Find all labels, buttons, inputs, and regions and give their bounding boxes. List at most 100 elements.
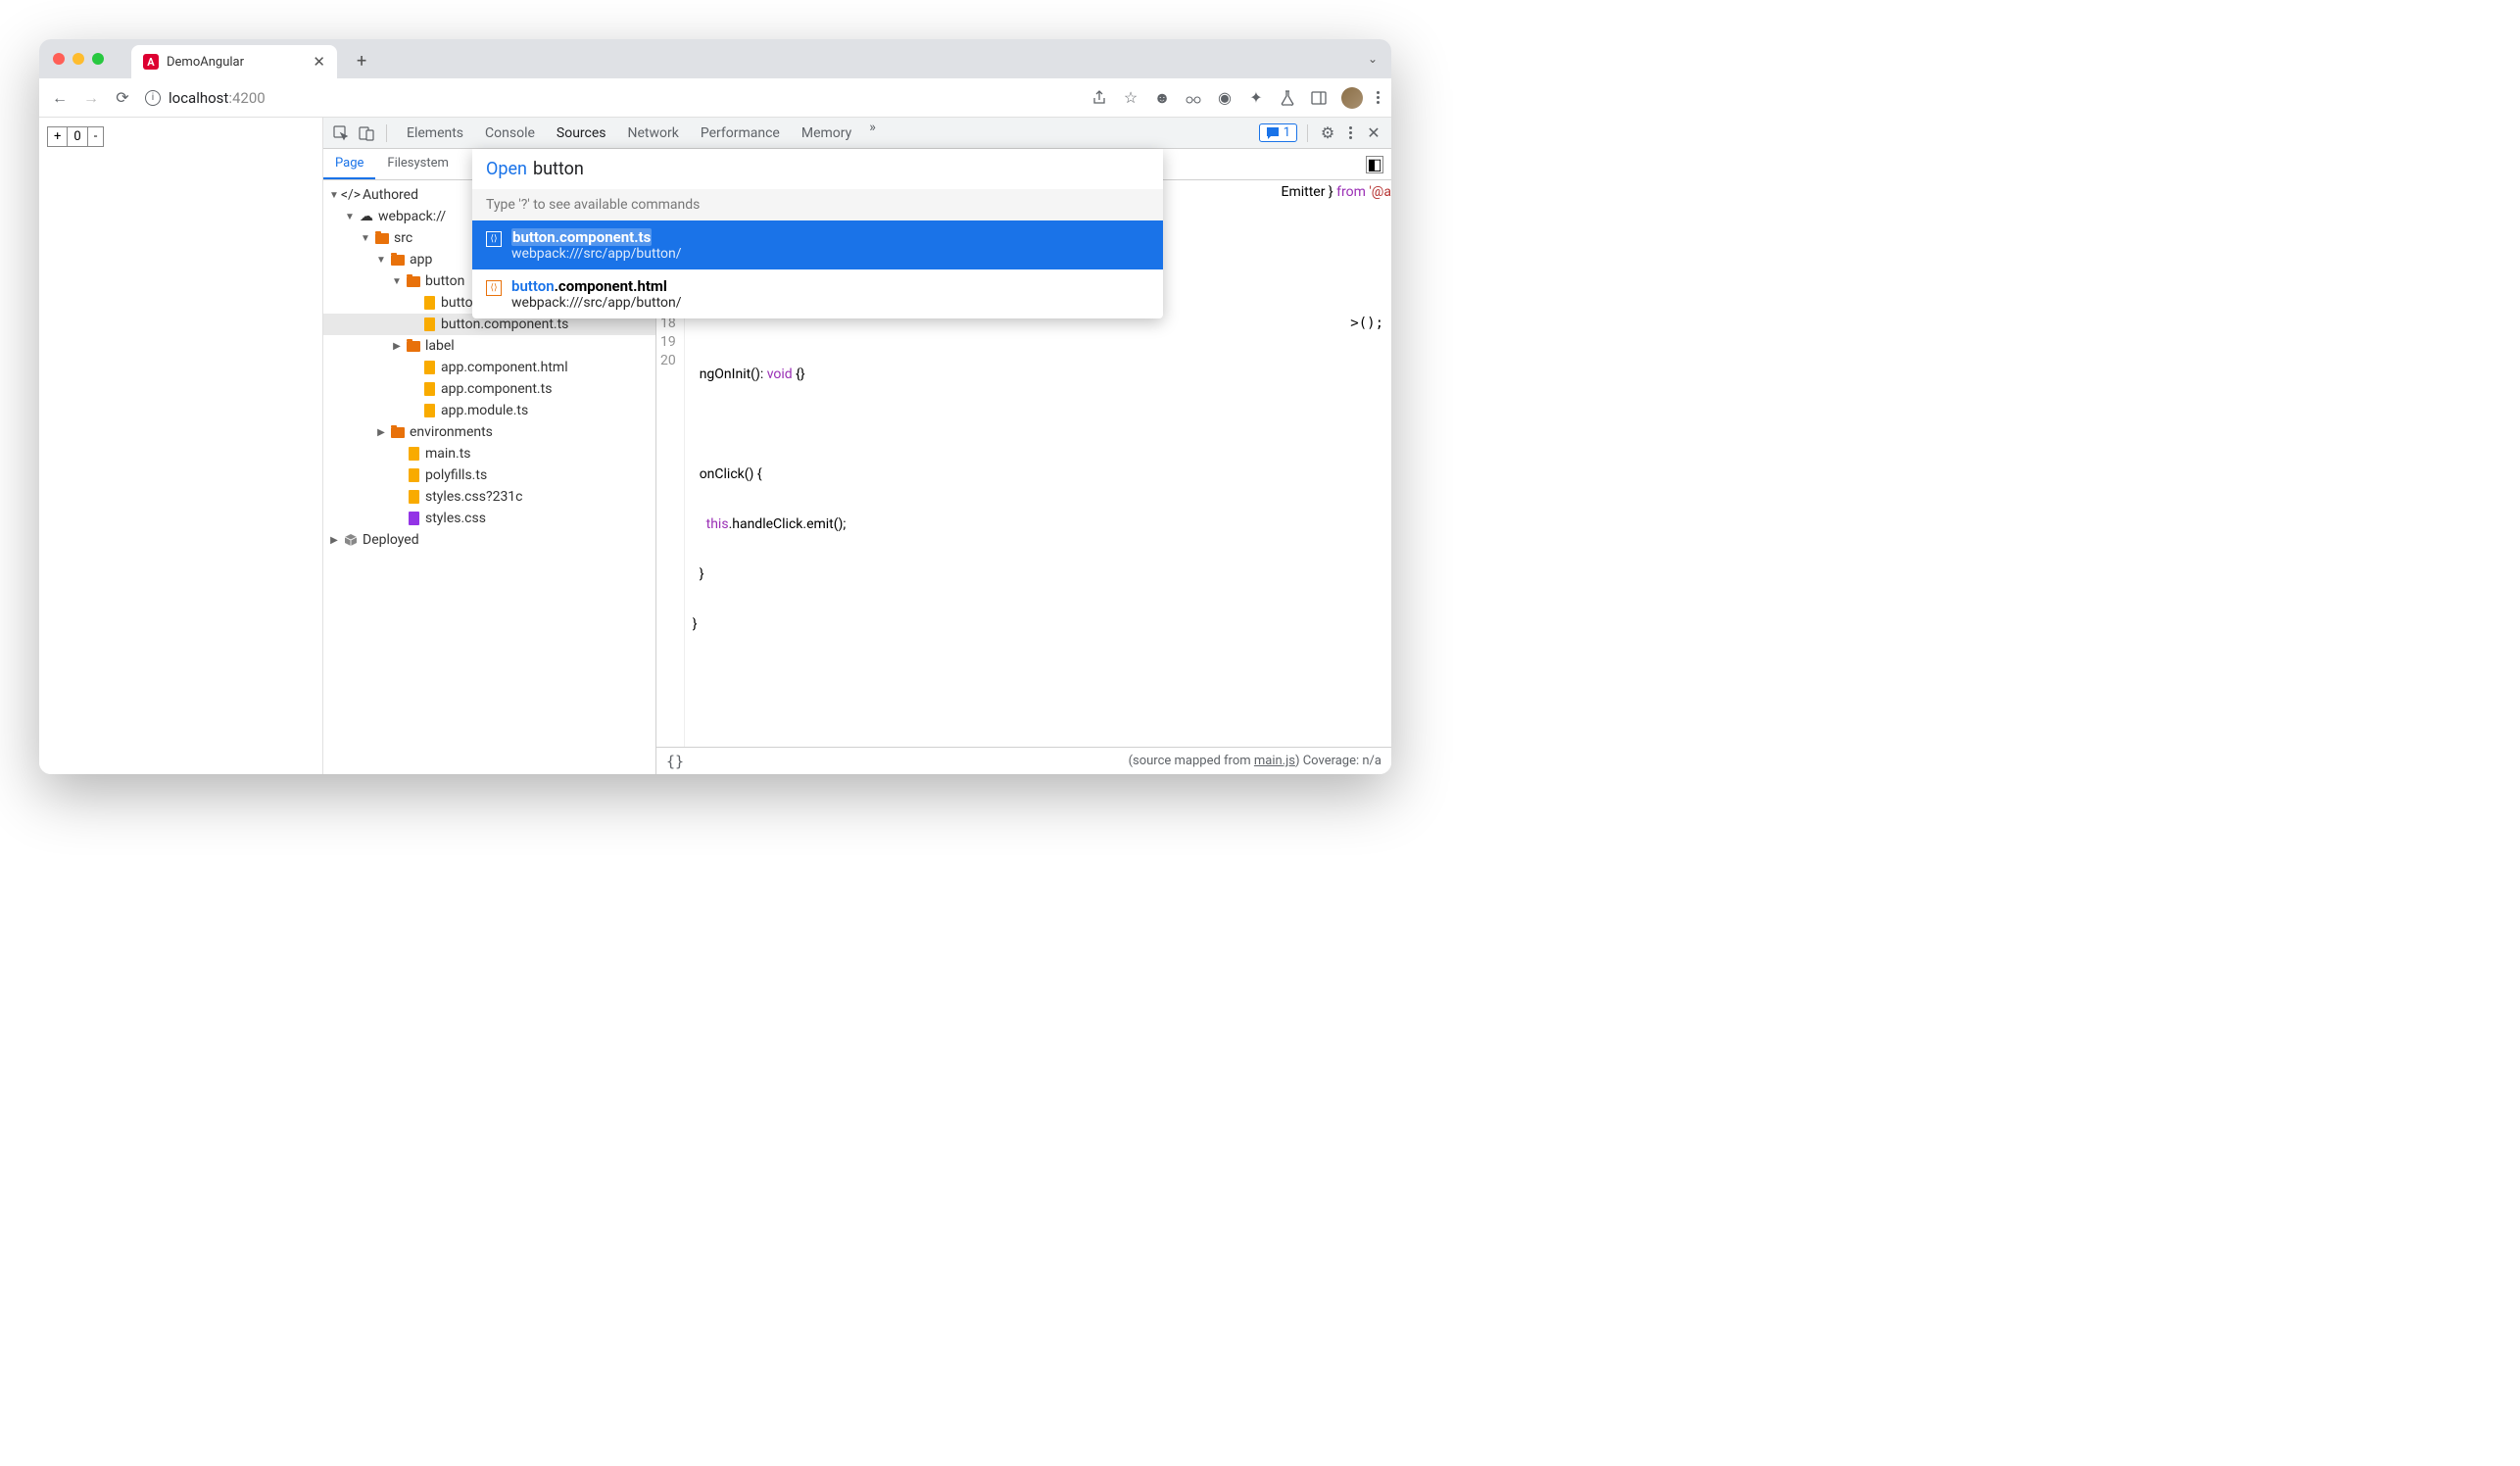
code-icon: </> bbox=[343, 187, 359, 203]
tab-title: DemoAngular bbox=[167, 55, 305, 70]
tab-sources[interactable]: Sources bbox=[547, 120, 616, 147]
chrome-menu-button[interactable] bbox=[1377, 91, 1380, 104]
tab-elements[interactable]: Elements bbox=[397, 120, 473, 147]
open-query: button bbox=[533, 159, 584, 179]
counter-value: 0 bbox=[68, 127, 87, 146]
forward-button[interactable]: → bbox=[82, 89, 100, 107]
tree-file-styles[interactable]: styles.css bbox=[323, 508, 655, 529]
result-filename: button.component.ts bbox=[511, 228, 682, 246]
page-viewport: + 0 - bbox=[39, 118, 323, 774]
devtools-tabs: Elements Console Sources Network Perform… bbox=[397, 120, 1253, 147]
tree-deployed[interactable]: ▶Deployed bbox=[323, 529, 655, 551]
open-file-dialog: Open button Type '?' to see available co… bbox=[472, 149, 1163, 318]
tree-environments[interactable]: ▶environments bbox=[323, 421, 655, 443]
separator bbox=[1307, 124, 1308, 142]
code-line: } bbox=[693, 615, 847, 634]
open-search-row[interactable]: Open button bbox=[472, 149, 1163, 189]
result-path: webpack:///src/app/button/ bbox=[511, 295, 682, 311]
tree-file-app-html[interactable]: app.component.html bbox=[323, 357, 655, 378]
box-icon bbox=[343, 532, 359, 548]
browser-window: A DemoAngular ✕ + ⌄ ← → ⟳ i localhost:42… bbox=[39, 39, 1391, 774]
reload-button[interactable]: ⟳ bbox=[114, 89, 131, 107]
close-window-icon[interactable] bbox=[53, 53, 65, 65]
code-line: ngOnInit(): void {} bbox=[693, 366, 847, 384]
toolbar-right: ☆ ☻ ◉ ✦ bbox=[1090, 87, 1380, 109]
subtab-filesystem[interactable]: Filesystem bbox=[375, 149, 460, 179]
folder-icon bbox=[406, 338, 421, 354]
browser-tab[interactable]: A DemoAngular ✕ bbox=[131, 45, 337, 78]
devtools-menu-icon[interactable] bbox=[1349, 126, 1352, 139]
tree-file-app-ts[interactable]: app.component.ts bbox=[323, 378, 655, 400]
folder-icon bbox=[390, 424, 406, 440]
open-hint: Type '?' to see available commands bbox=[472, 189, 1163, 220]
close-tab-icon[interactable]: ✕ bbox=[313, 53, 325, 71]
minimize-window-icon[interactable] bbox=[73, 53, 84, 65]
share-icon[interactable] bbox=[1090, 89, 1108, 107]
address-bar: ← → ⟳ i localhost:4200 ☆ ☻ ◉ ✦ bbox=[39, 78, 1391, 118]
url-port: :4200 bbox=[228, 89, 265, 107]
file-icon bbox=[406, 446, 421, 462]
inspect-element-icon[interactable] bbox=[331, 123, 351, 143]
file-icon bbox=[421, 295, 437, 311]
settings-gear-icon[interactable]: ⚙ bbox=[1318, 123, 1337, 143]
file-icon bbox=[421, 360, 437, 375]
tab-performance[interactable]: Performance bbox=[691, 120, 790, 147]
tabs-dropdown-icon[interactable]: ⌄ bbox=[1368, 52, 1378, 66]
info-icon[interactable]: i bbox=[145, 90, 161, 106]
code-fragment-top: Emitter } from '@a bbox=[1281, 184, 1391, 200]
maximize-window-icon[interactable] bbox=[92, 53, 104, 65]
labs-flask-icon[interactable] bbox=[1279, 89, 1296, 107]
chat-icon bbox=[1266, 126, 1280, 140]
file-icon bbox=[406, 511, 421, 526]
tree-file-main[interactable]: main.ts bbox=[323, 443, 655, 464]
angular-favicon-icon: A bbox=[143, 54, 159, 70]
extensions-puzzle-icon[interactable]: ✦ bbox=[1247, 89, 1265, 107]
subtab-page[interactable]: Page bbox=[323, 149, 375, 179]
extension-incognito-icon[interactable] bbox=[1185, 89, 1202, 107]
editor-footer: {} (source mapped from main.js) Coverage… bbox=[656, 747, 1391, 774]
source-map-info: (source mapped from main.js) Coverage: n… bbox=[1129, 754, 1381, 768]
code-line: } bbox=[693, 565, 847, 584]
extension-globe-icon[interactable]: ◉ bbox=[1216, 89, 1234, 107]
cloud-icon: ☁ bbox=[359, 209, 374, 224]
folder-icon bbox=[390, 252, 406, 268]
folder-icon bbox=[374, 230, 390, 246]
extension-face-icon[interactable]: ☻ bbox=[1153, 89, 1171, 107]
open-result-1[interactable]: ⟨⟩ button.component.ts webpack:///src/ap… bbox=[472, 220, 1163, 269]
profile-avatar[interactable] bbox=[1341, 87, 1363, 109]
device-toggle-icon[interactable] bbox=[357, 123, 376, 143]
url-field[interactable]: i localhost:4200 bbox=[145, 89, 1077, 107]
separator bbox=[386, 124, 387, 142]
counter-minus-button[interactable]: - bbox=[88, 127, 104, 146]
devtools-panel: Elements Console Sources Network Perform… bbox=[323, 118, 1391, 774]
tree-file-polyfills[interactable]: polyfills.ts bbox=[323, 464, 655, 486]
side-panel-icon[interactable] bbox=[1310, 89, 1328, 107]
back-button[interactable]: ← bbox=[51, 89, 69, 107]
content-body: + 0 - Elements Console Sources Network P… bbox=[39, 118, 1391, 774]
code-fragment-line10: >(); bbox=[1350, 316, 1383, 331]
snippet-icon: ⟨⟩ bbox=[486, 280, 502, 296]
tab-network[interactable]: Network bbox=[618, 120, 689, 147]
code-line bbox=[693, 415, 847, 434]
bookmark-star-icon[interactable]: ☆ bbox=[1122, 89, 1139, 107]
code-line: this.handleClick.emit(); bbox=[693, 515, 847, 534]
tree-file-app-module[interactable]: app.module.ts bbox=[323, 400, 655, 421]
toggle-sidepane-icon[interactable]: ◧ bbox=[1366, 156, 1383, 173]
pretty-print-icon[interactable]: {} bbox=[666, 753, 684, 770]
more-tabs-icon[interactable]: » bbox=[863, 120, 882, 147]
new-tab-button[interactable]: + bbox=[357, 51, 366, 72]
open-result-2[interactable]: ⟨⟩ button.component.html webpack:///src/… bbox=[472, 269, 1163, 318]
file-icon bbox=[406, 467, 421, 483]
tab-console[interactable]: Console bbox=[475, 120, 545, 147]
titlebar: A DemoAngular ✕ + ⌄ bbox=[39, 39, 1391, 78]
source-map-link[interactable]: main.js bbox=[1254, 754, 1295, 768]
result-path: webpack:///src/app/button/ bbox=[511, 246, 682, 262]
tab-memory[interactable]: Memory bbox=[792, 120, 861, 147]
issues-badge[interactable]: 1 bbox=[1259, 123, 1297, 142]
code-line bbox=[693, 665, 847, 684]
tree-label-folder[interactable]: ▶label bbox=[323, 335, 655, 357]
open-label: Open bbox=[486, 159, 527, 179]
close-devtools-icon[interactable]: ✕ bbox=[1364, 123, 1383, 143]
counter-plus-button[interactable]: + bbox=[48, 127, 68, 146]
tree-file-styles-q[interactable]: styles.css?231c bbox=[323, 486, 655, 508]
